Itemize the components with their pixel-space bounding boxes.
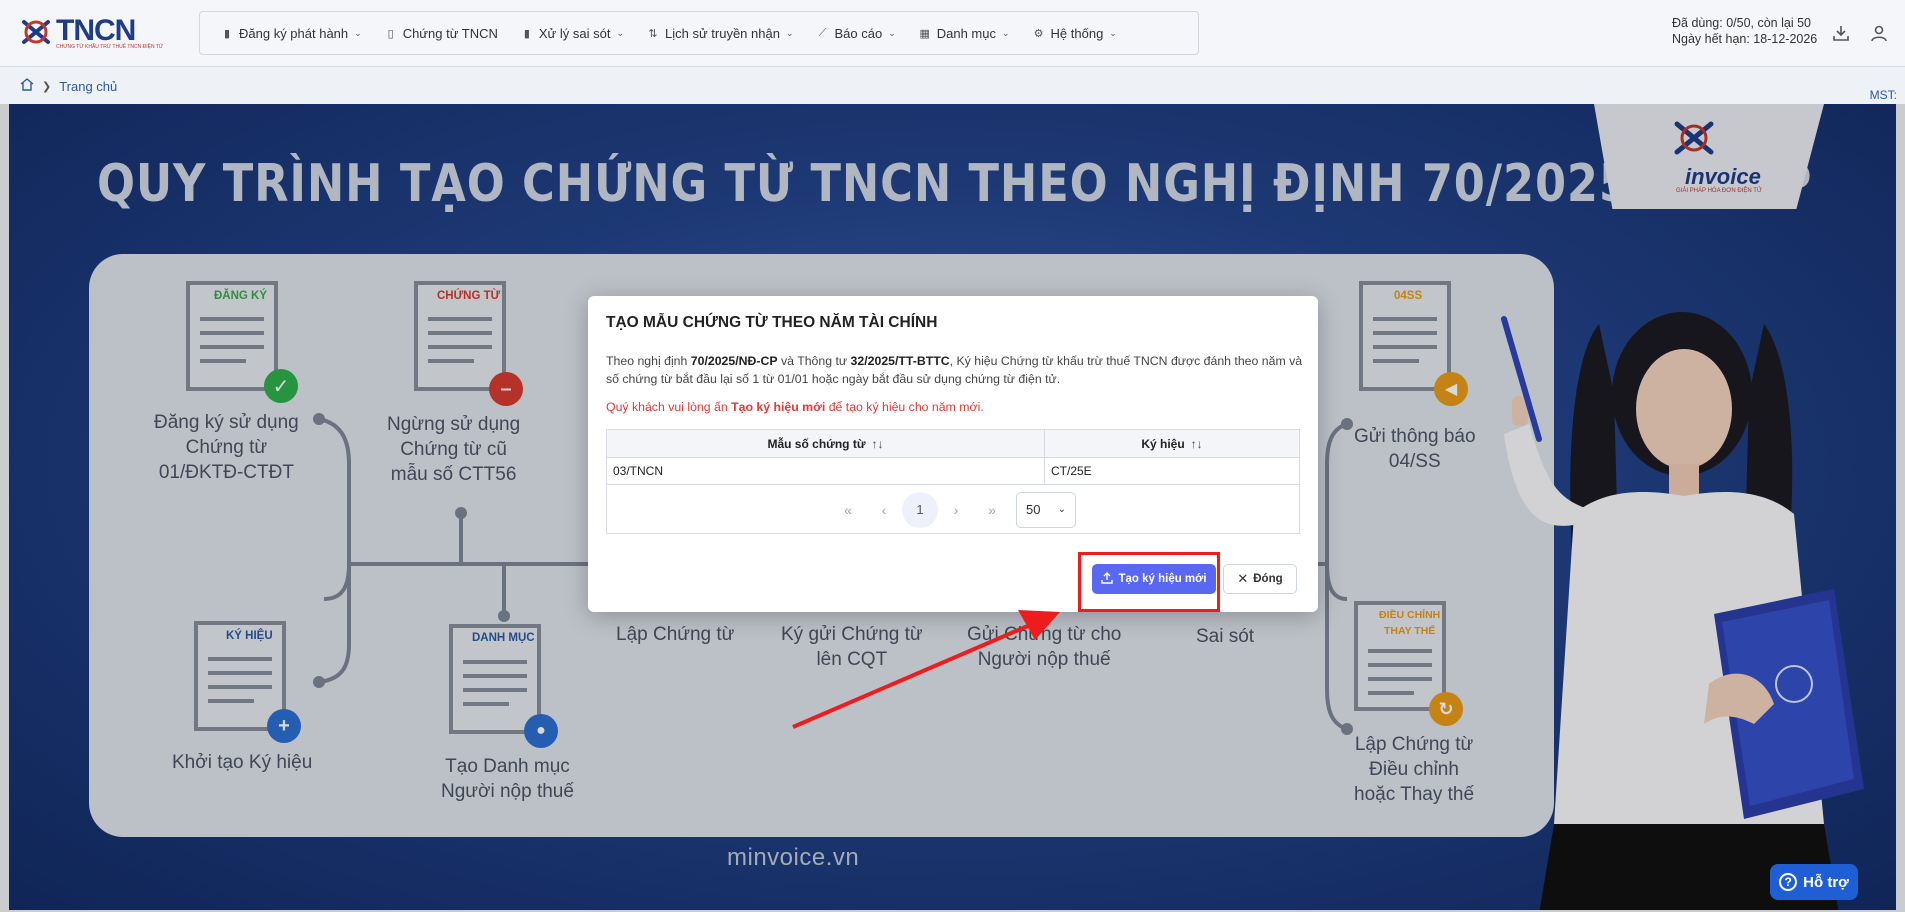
main-nav: ▮ Đăng ký phát hành ⌄ ▯ Chứng từ TNCN ▮ …: [199, 11, 1199, 55]
pagination: « ‹ 1 › » 50 ⌄: [606, 486, 1300, 534]
nav-dang-ky-phat-hanh[interactable]: ▮ Đăng ký phát hành ⌄: [220, 26, 362, 41]
file-error-icon: ▮: [523, 27, 530, 40]
file-register-icon: ▮: [223, 27, 231, 40]
nav-label: Lịch sử truyền nhận: [665, 25, 780, 41]
chart-icon: ⟋: [818, 26, 827, 39]
help-icon: ?: [1779, 873, 1798, 891]
close-icon: ✕: [1237, 571, 1249, 586]
page-size-value: 50: [1026, 502, 1041, 517]
sort-icon[interactable]: ↑↓: [872, 437, 884, 451]
table-row[interactable]: 03/TNCN CT/25E: [606, 457, 1300, 485]
chevron-down-icon: ⌄: [616, 27, 624, 38]
app-header: TNCN CHỨNG TỪ KHẤU TRỪ THUẾ TNCN ĐIỆN TỬ…: [0, 0, 1905, 67]
download-icon[interactable]: [1830, 22, 1852, 44]
chevron-down-icon: ⌄: [785, 27, 794, 38]
transfer-icon: ⇅: [648, 27, 658, 40]
gear-icon: ⚙: [1033, 27, 1044, 40]
nav-label: Đăng ký phát hành: [239, 25, 349, 41]
home-icon[interactable]: [20, 78, 34, 94]
grid-icon: ▦: [919, 27, 930, 40]
chevron-down-icon: ⌄: [354, 27, 362, 38]
desc-text: và Thông tư: [777, 354, 851, 368]
modal-description: Theo nghị định 70/2025/NĐ-CP và Thông tư…: [606, 352, 1306, 388]
user-icon[interactable]: [1868, 22, 1890, 44]
breadcrumb: ❯ Trang chủ: [20, 78, 117, 94]
page-number[interactable]: 1: [902, 491, 938, 528]
chevron-down-icon: ⌄: [1001, 27, 1010, 38]
quota-info: Đã dùng: 0/50, còn lại 50 Ngày hết hạn: …: [1672, 15, 1817, 47]
desc-decree: 70/2025/NĐ-CP: [690, 354, 778, 368]
expiry-date: Ngày hết hạn: 18-12-2026: [1672, 32, 1818, 46]
page-size-select[interactable]: 50 ⌄: [1016, 491, 1076, 528]
nav-label: Hệ thống: [1050, 25, 1104, 41]
next-page-icon[interactable]: ›: [938, 492, 974, 528]
close-button[interactable]: ✕ Đóng: [1223, 564, 1297, 594]
nav-label: Chứng từ TNCN: [402, 25, 498, 41]
last-page-icon[interactable]: »: [974, 492, 1010, 528]
close-label: Đóng: [1253, 573, 1283, 585]
document-icon: ▯: [387, 27, 394, 40]
chevron-right-icon: ❯: [42, 80, 52, 93]
nav-label: Báo cáo: [834, 25, 883, 41]
annotation-highlight-box: [1078, 552, 1220, 612]
cell-ky-hieu: CT/25E: [1044, 457, 1300, 485]
desc-text: Theo nghị định: [606, 354, 691, 368]
warn-text: để tạo ký hiệu cho năm mới.: [825, 400, 984, 414]
prev-page-icon[interactable]: ‹: [866, 492, 902, 528]
cell-mau-so: 03/TNCN: [606, 457, 1045, 485]
column-label: Ký hiệu: [1141, 436, 1185, 451]
template-table: Mẫu số chứng từ ↑↓ Ký hiệu ↑↓ 03/TNCN CT/2…: [606, 429, 1300, 485]
logo-text: TNCN: [56, 14, 136, 47]
quota-used: Đã dùng: 0/50, còn lại 50: [1672, 16, 1811, 30]
nav-chung-tu-tncn[interactable]: ▯ Chứng từ TNCN: [384, 26, 498, 41]
nav-danh-muc[interactable]: ▦ Danh mục ⌄: [918, 26, 1010, 41]
nav-he-thong[interactable]: ⚙ Hệ thống ⌄: [1032, 26, 1117, 41]
desc-circular: 32/2025/TT-BTTC: [850, 354, 950, 368]
warn-text: Quý khách vui lòng ấn: [606, 400, 732, 414]
column-header-mau-so[interactable]: Mẫu số chứng từ ↑↓: [606, 429, 1045, 458]
tncn-logo[interactable]: TNCN CHỨNG TỪ KHẤU TRỪ THUẾ TNCN ĐIỆN TỬ: [18, 14, 163, 52]
logo-mark-icon: [22, 20, 50, 44]
sort-icon[interactable]: ↑↓: [1191, 437, 1203, 451]
chevron-down-icon: ⌄: [888, 27, 896, 38]
warn-emphasis: Tạo ký hiệu mới: [731, 400, 826, 414]
modal-warning: Quý khách vui lòng ấn Tạo ký hiệu mới để…: [606, 400, 984, 414]
nav-bao-cao[interactable]: ⟋ Báo cáo ⌄: [815, 25, 896, 41]
nav-label: Xử lý sai sót: [538, 25, 611, 41]
column-header-ky-hieu[interactable]: Ký hiệu ↑↓: [1044, 429, 1300, 458]
breadcrumb-home[interactable]: Trang chủ: [59, 79, 117, 94]
support-label: Hỗ trợ: [1803, 873, 1849, 891]
chevron-down-icon: ⌄: [1057, 504, 1066, 515]
nav-lich-su-truyen-nhan[interactable]: ⇅ Lịch sử truyền nhận ⌄: [646, 26, 793, 41]
mst-label: MST:: [1869, 88, 1897, 102]
column-label: Mẫu số chứng từ: [767, 436, 866, 451]
nav-label: Danh mục: [936, 25, 996, 41]
logo-subtitle: CHỨNG TỪ KHẤU TRỪ THUẾ TNCN ĐIỆN TỬ: [56, 44, 164, 50]
nav-xu-ly-sai-sot[interactable]: ▮ Xử lý sai sót ⌄: [520, 26, 624, 41]
chevron-down-icon: ⌄: [1109, 27, 1117, 38]
first-page-icon[interactable]: «: [830, 492, 866, 528]
support-button[interactable]: ? Hỗ trợ: [1770, 864, 1858, 900]
modal-title: TẠO MẪU CHỨNG TỪ THEO NĂM TÀI CHÍNH: [606, 314, 938, 331]
